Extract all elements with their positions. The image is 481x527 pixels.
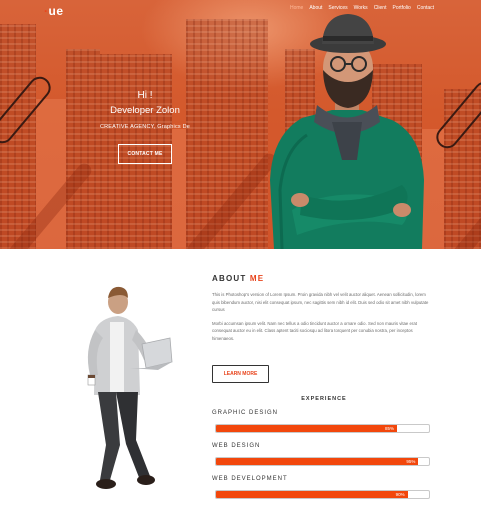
about-person-photo xyxy=(87,286,173,489)
logo-text: ue xyxy=(48,4,64,18)
learn-more-button[interactable]: LEARN MORE xyxy=(212,365,269,383)
skill-graphic-design: GRAPHIC DESIGN 85% xyxy=(212,410,432,433)
skill-web-development: WEB DEVELOPMENT 90% xyxy=(212,476,432,499)
hero-section: ·ue Home About Services Works Client Por… xyxy=(0,0,481,249)
about-title: ABOUT ME xyxy=(212,274,432,283)
about-title-prefix: ABOUT xyxy=(212,274,247,283)
contact-me-button[interactable]: CONTACT ME xyxy=(117,144,173,164)
skill-label: GRAPHIC DESIGN xyxy=(212,410,279,416)
skill-percent: 85% xyxy=(385,426,395,431)
site-logo[interactable]: ·ue xyxy=(44,4,64,18)
hero-person-photo xyxy=(270,14,424,249)
about-title-accent: ME xyxy=(249,274,265,283)
skill-progress-track: 90% xyxy=(215,490,430,499)
skill-label: WEB DESIGN xyxy=(212,443,261,449)
skill-progress-track: 85% xyxy=(215,424,430,433)
skill-label: WEB DEVELOPMENT xyxy=(212,476,288,482)
about-paragraph-2: Morbi accumsan ipsum velit. Nam nec tell… xyxy=(212,320,417,341)
skill-percent: 95% xyxy=(406,459,416,464)
hero-subtitle: CREATIVE AGENCY, Graphics De xyxy=(99,124,191,130)
skill-percent: 90% xyxy=(395,492,405,497)
skill-progress-fill: 95% xyxy=(216,458,419,465)
experience-title: EXPERIENCE xyxy=(301,396,347,402)
hero-text: Hi ! Developer Zolon CREATIVE AGENCY, Gr… xyxy=(70,90,220,164)
skill-progress-track: 95% xyxy=(215,457,430,466)
hero-name: Developer Zolon xyxy=(110,105,180,116)
skill-progress-fill: 90% xyxy=(216,491,408,498)
about-section: ABOUT ME This is Photoshop's version of … xyxy=(212,274,432,342)
about-paragraph-1: This is Photoshop's version of Lorem Ips… xyxy=(212,292,429,312)
hero-greeting: Hi ! xyxy=(137,90,153,101)
skill-web-design: WEB DESIGN 95% xyxy=(212,443,432,466)
skill-progress-fill: 85% xyxy=(216,425,398,432)
